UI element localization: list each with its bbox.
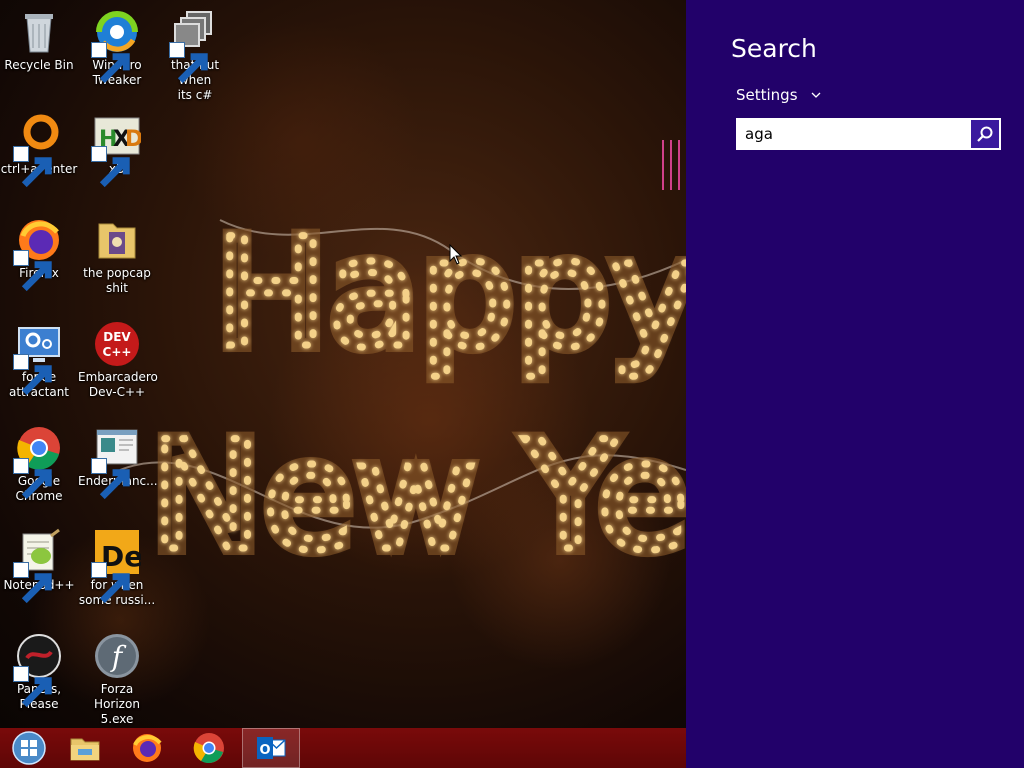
shortcut-arrow-icon	[13, 146, 52, 188]
icon-label: Embarcadero Dev-C++	[78, 370, 158, 399]
shortcut-arrow-icon	[91, 146, 130, 188]
folder-icon	[93, 216, 141, 264]
mouse-cursor-icon	[449, 244, 463, 265]
recycle-bin-icon	[15, 8, 63, 56]
taskbar-firefox[interactable]	[118, 728, 176, 768]
shortcut-arrow-icon	[13, 354, 52, 396]
taskbar-chrome[interactable]	[180, 728, 238, 768]
search-icon	[977, 126, 993, 142]
settings-monitor-icon	[13, 320, 63, 396]
desktop-icon-recycle-bin[interactable]: Recycle Bin	[0, 8, 78, 73]
file-explorer-icon	[70, 738, 100, 761]
search-charm-title: Search	[731, 34, 817, 63]
taskbar: O	[0, 728, 686, 768]
winaero-tweaker-icon	[91, 8, 141, 84]
desktop-icon-that-but-when-its-csharp[interactable]: that but when its c#	[156, 8, 234, 103]
desktop-icon-xd[interactable]: HXD xD	[78, 112, 156, 188]
outlook-icon: O	[257, 737, 286, 759]
desktop-icon-for-when-some-russi[interactable]: De for when some russi...	[78, 528, 156, 608]
search-scope-dropdown[interactable]: Settings	[736, 86, 822, 104]
taskbar-file-explorer[interactable]	[56, 728, 114, 768]
search-charm-panel: Search Settings	[686, 0, 1024, 768]
shortcut-arrow-icon	[13, 458, 52, 500]
shortcut-arrow-icon	[91, 562, 130, 604]
hxd-icon: HXD	[91, 112, 141, 188]
papers-please-icon	[13, 632, 63, 708]
stacked-windows-icon	[169, 8, 219, 84]
firefox-icon	[13, 216, 63, 292]
de-app-icon: De	[91, 528, 141, 604]
search-box	[736, 118, 1001, 150]
desktop-icon-google-chrome[interactable]: Google Chrome	[0, 424, 78, 504]
windows-start-icon	[12, 731, 46, 765]
search-scope-label: Settings	[736, 86, 798, 104]
chrome-icon	[13, 424, 63, 500]
shortcut-arrow-icon	[13, 562, 52, 604]
start-button[interactable]	[0, 728, 58, 768]
desktop-icon-winaero-tweaker[interactable]: Winaero Tweaker	[78, 8, 156, 88]
desktop[interactable]: Happy Happy New Ye New Ye Recycle Bin ct…	[0, 0, 686, 728]
desktop-icon-firefox[interactable]: Firefox	[0, 216, 78, 292]
search-input[interactable]	[737, 119, 971, 149]
icon-label: the popcap shit	[83, 266, 151, 295]
desktop-icon-embarcadero-dev-cpp[interactable]: DEV C++ Embarcadero Dev-C++	[78, 320, 158, 400]
flash-player-icon: f	[93, 632, 141, 680]
icon-label: Forza Horizon 5.exe	[94, 682, 140, 726]
dev-cpp-icon: DEV C++	[93, 320, 141, 368]
chevron-down-icon	[811, 92, 820, 98]
wallpaper-text-newyear: New Ye	[150, 410, 686, 584]
desktop-icon-forkie-attractant[interactable]: forkie attractant	[0, 320, 78, 400]
firefox-icon	[133, 734, 162, 762]
wallpaper-text-happy: Happy	[215, 207, 686, 381]
shortcut-arrow-icon	[13, 666, 52, 708]
desktop-icon-ctrl-a-enter[interactable]: ctrl+a, enter	[0, 112, 78, 188]
search-button[interactable]	[971, 120, 999, 148]
svg-text:O: O	[259, 743, 270, 758]
icon-label: Recycle Bin	[4, 58, 74, 72]
orange-ring-icon	[13, 112, 63, 188]
application-window-icon	[91, 424, 141, 500]
desktop-icon-forza-horizon-5[interactable]: f Forza Horizon 5.exe	[78, 632, 156, 727]
desktop-icon-papers-please[interactable]: Papers, Please	[0, 632, 78, 712]
desktop-icon-notepad-plus-plus[interactable]: Notepad++	[0, 528, 78, 604]
decoration-lines	[662, 140, 680, 190]
svg-text:C++: C++	[103, 345, 132, 359]
svg-text:DEV: DEV	[103, 330, 131, 344]
shortcut-arrow-icon	[13, 250, 52, 292]
notepad-plus-plus-icon	[13, 528, 63, 604]
shortcut-arrow-icon	[91, 458, 130, 500]
taskbar-outlook[interactable]: O	[242, 728, 300, 768]
shortcut-arrow-icon	[169, 42, 208, 84]
shortcut-arrow-icon	[91, 42, 130, 84]
desktop-icon-endermanch[interactable]: Endermanc...	[78, 424, 158, 500]
desktop-icon-the-popcap-shit[interactable]: the popcap shit	[78, 216, 156, 296]
chrome-icon	[193, 733, 224, 764]
